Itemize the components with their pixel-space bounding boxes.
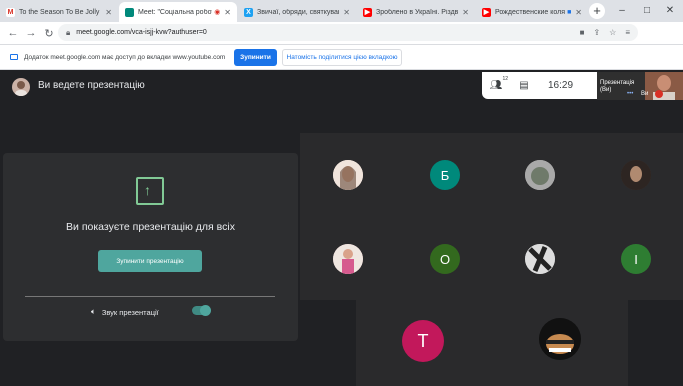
sharing-infobar: Додаток meet.google.com має доступ до вк…	[0, 44, 683, 70]
tab-label: Зроблено в Україні. Різдвяні	[376, 8, 459, 16]
meeting-clock: 16:29	[548, 80, 574, 91]
tab-label: Рождественские колядки	[495, 8, 566, 16]
forward-icon[interactable]: →	[22, 27, 40, 39]
reload-icon[interactable]: ↻	[40, 27, 58, 40]
meeting-topbar: 👥︎ 12 ▤ 16:29	[482, 72, 598, 99]
participant-avatar[interactable]: Б	[430, 160, 460, 190]
gmail-icon: M	[6, 7, 15, 17]
media-control-icon[interactable]: ≡	[625, 28, 630, 37]
share-icon[interactable]: ⇪	[593, 28, 600, 37]
participant-grid	[300, 133, 683, 300]
presenting-card: ↑ Ви показуєте презентацію для всіх Зупи…	[3, 153, 298, 341]
meet-icon	[125, 7, 134, 17]
youtube-icon: ▶	[482, 7, 491, 17]
sound-label: Звук презентації	[101, 307, 159, 317]
tab-meet[interactable]: Meet: "Соціальна робота і ◉ ✕	[119, 2, 237, 22]
presenting-message: Ви показуєте презентацію для всіх	[66, 221, 235, 233]
chat-button[interactable]: ▤	[510, 80, 538, 91]
mic-off-icon	[655, 90, 663, 98]
close-window-button[interactable]: ✕	[657, 0, 683, 22]
participants-count: 12	[502, 76, 508, 82]
close-icon[interactable]: ✕	[220, 8, 231, 17]
close-icon[interactable]: ✕	[339, 8, 350, 17]
self-video-tile[interactable]: Презентація (Ви) ••• Ви	[597, 72, 683, 100]
tab-label: To the Season To Be Jolly 🎁🎄🎁	[19, 9, 101, 16]
tab-gmail[interactable]: M To the Season To Be Jolly 🎁🎄🎁 ✕	[0, 2, 118, 22]
speaker-icon: 🔈︎	[91, 307, 96, 316]
participants-button[interactable]: 👥︎ 12	[482, 76, 510, 91]
participant-avatar[interactable]	[333, 244, 363, 274]
self-video	[645, 72, 683, 100]
sound-toggle[interactable]	[192, 305, 211, 316]
tab-youtube-1[interactable]: ▶ Зроблено в Україні. Різдвяні ✕	[357, 2, 475, 22]
stop-sharing-button[interactable]: Зупинити	[234, 49, 277, 66]
close-icon[interactable]: ✕	[101, 8, 112, 17]
tab-youtube-2[interactable]: ▶ Рождественские колядки ■ ✕	[476, 2, 588, 22]
participant-avatar[interactable]	[333, 160, 363, 190]
participant-avatar[interactable]: О	[430, 244, 460, 274]
presentation-sound-row: 🔈︎ Звук презентації	[91, 307, 159, 317]
close-icon[interactable]: ✕	[571, 8, 582, 17]
address-bar[interactable]: 🔒︎ meet.google.com/vca-isjj-kvw?authuser…	[58, 24, 638, 41]
new-tab-button[interactable]: +	[589, 3, 605, 19]
chat-icon: ▤	[519, 80, 529, 91]
participant-grid-bottom	[356, 300, 628, 386]
participant-avatar[interactable]: Т	[402, 320, 444, 362]
more-options-icon[interactable]: •••	[627, 91, 633, 97]
youtube-icon: ▶	[363, 7, 372, 17]
divider	[25, 296, 275, 297]
participant-avatar[interactable]	[621, 160, 651, 190]
tab-label: Звичаї, обряди, святкування -	[257, 8, 339, 16]
presenter-avatar	[12, 78, 30, 96]
participant-avatar[interactable]	[525, 160, 555, 190]
minimize-button[interactable]: –	[609, 0, 635, 22]
participant-avatar[interactable]	[525, 244, 555, 274]
share-this-tab-button[interactable]: Натомість поділитися цією вкладкою	[282, 49, 402, 66]
meet-header: Ви ведете презентацію 👥︎ 12 ▤ 16:29 През…	[0, 70, 683, 130]
sharing-message: Додаток meet.google.com має доступ до вк…	[24, 53, 226, 61]
browser-tabstrip: M To the Season To Be Jolly 🎁🎄🎁 ✕ Meet: …	[0, 0, 683, 22]
presenting-title: Ви ведете презентацію	[38, 80, 145, 91]
twitter-icon: X	[244, 7, 253, 17]
bookmark-star-icon[interactable]: ☆	[609, 28, 616, 37]
browser-toolbar: ← → ↻ 🔒︎ meet.google.com/vca-isjj-kvw?au…	[0, 22, 683, 60]
tab-twitter[interactable]: X Звичаї, обряди, святкування - ✕	[238, 2, 356, 22]
back-icon[interactable]: ←	[4, 27, 22, 39]
url-text: meet.google.com/vca-isjj-kvw?authuser=0	[76, 29, 207, 36]
present-screen-icon: ↑	[136, 177, 164, 205]
lock-icon: 🔒︎	[66, 27, 71, 37]
self-name: Ви	[641, 91, 649, 97]
screen-share-icon	[10, 54, 18, 60]
people-icon: 👥︎	[489, 80, 503, 91]
stop-presenting-button[interactable]: Зупинити презентацію	[98, 250, 202, 272]
close-icon[interactable]: ✕	[458, 8, 469, 17]
camera-indicator-icon[interactable]: ■	[580, 28, 585, 37]
tab-label: Meet: "Соціальна робота і	[138, 8, 212, 16]
participant-avatar[interactable]: І	[621, 244, 651, 274]
participant-avatar[interactable]	[539, 318, 581, 360]
